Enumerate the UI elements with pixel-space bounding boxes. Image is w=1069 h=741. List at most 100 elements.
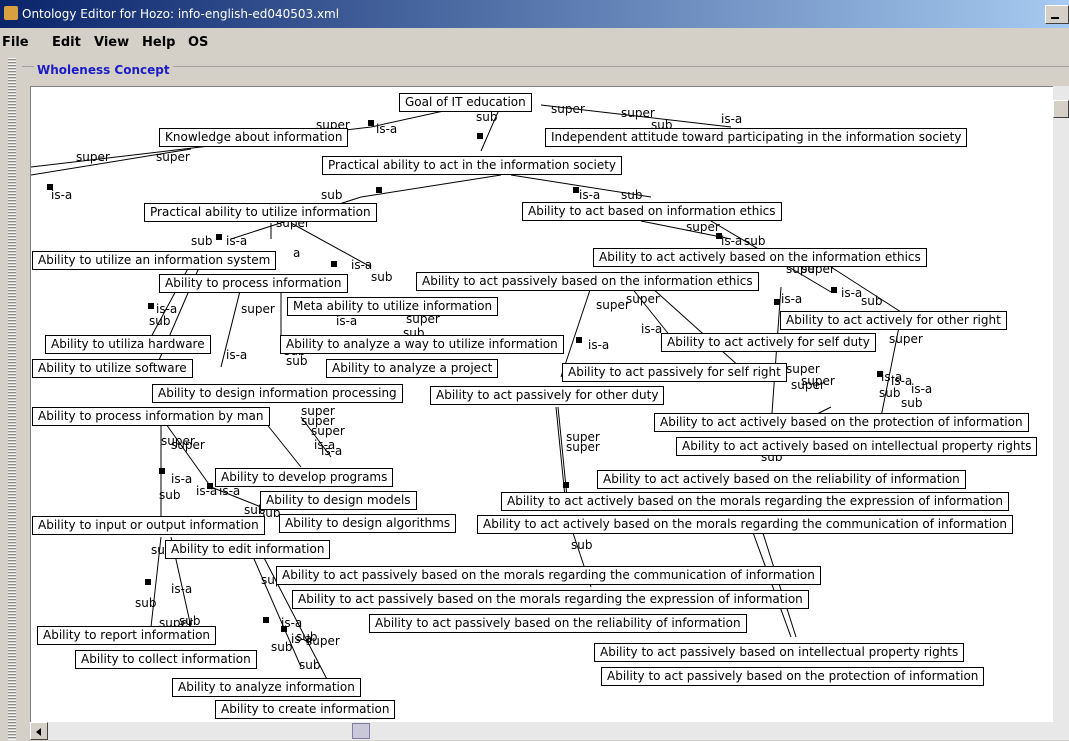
concept-node[interactable]: Ability to collect information xyxy=(75,650,257,669)
java-icon xyxy=(4,6,18,20)
scroll-left-arrow-icon[interactable] xyxy=(30,722,48,740)
concept-node[interactable]: Ability to utiliza hardware xyxy=(45,335,211,354)
edge-label: is-a xyxy=(376,122,398,136)
relation-marker xyxy=(145,579,151,585)
menu-os[interactable]: OS xyxy=(188,35,208,50)
edge-label: sub xyxy=(879,386,901,400)
relation-marker xyxy=(331,261,337,267)
menu-bar: File Edit View Help OS xyxy=(0,28,1069,58)
edge-label: super xyxy=(686,220,720,234)
horizontal-scroll-thumb[interactable] xyxy=(352,723,370,739)
vertical-scroll-thumb[interactable] xyxy=(1053,100,1069,118)
edge-label: is-a xyxy=(336,314,358,328)
concept-node[interactable]: Goal of IT education xyxy=(399,93,532,112)
concept-node[interactable]: Practical ability to utilize information xyxy=(144,203,377,222)
concept-node[interactable]: Meta ability to utilize information xyxy=(287,297,499,316)
edge-label: sub xyxy=(321,188,343,202)
edge-label: is-a xyxy=(641,322,663,336)
relation-marker xyxy=(376,187,382,193)
relation-marker xyxy=(207,483,213,489)
edge-label: is-a xyxy=(881,370,903,384)
concept-node[interactable]: Ability to act passively for self right xyxy=(562,363,787,382)
concept-node[interactable]: Ability to act passively based on the mo… xyxy=(276,566,821,585)
edge-label: is-a xyxy=(226,348,248,362)
edge-label: super xyxy=(786,362,820,376)
concept-node[interactable]: Ability to analyze information xyxy=(172,678,361,697)
edge-label: super xyxy=(621,106,655,120)
vertical-scrollbar[interactable] xyxy=(1053,86,1069,722)
relation-marker xyxy=(774,299,780,305)
edge-label: is-a xyxy=(911,382,933,396)
concept-node[interactable]: Ability to create information xyxy=(215,700,396,719)
menu-edit[interactable]: Edit xyxy=(52,35,81,50)
relation-marker xyxy=(877,371,883,377)
edge-label: sub xyxy=(371,270,393,284)
dock-grip[interactable] xyxy=(8,58,16,740)
relation-marker xyxy=(47,184,53,190)
concept-node[interactable]: Ability to develop programs xyxy=(215,468,394,487)
concept-node[interactable]: Ability to act passively based on the re… xyxy=(369,614,747,633)
edge-label: sub xyxy=(135,596,157,610)
concept-node[interactable]: Ability to act actively based on the inf… xyxy=(593,248,927,267)
concept-node[interactable]: Ability to act actively based on intelle… xyxy=(676,437,1038,456)
edge-label: is-a xyxy=(588,338,610,352)
concept-node[interactable]: Ability to act passively based on the mo… xyxy=(292,590,809,609)
concept-node[interactable]: Ability to edit information xyxy=(165,540,331,559)
concept-node[interactable]: Ability to report information xyxy=(37,626,217,645)
concept-node[interactable]: Ability to analyze a project xyxy=(326,359,499,378)
edge-label: super xyxy=(241,302,275,316)
ontology-canvas[interactable]: super sub is-a sub super super is-a sub … xyxy=(30,86,1069,723)
concept-node[interactable]: Ability to design information processing xyxy=(152,384,403,403)
concept-node[interactable]: Ability to act passively based on intell… xyxy=(594,643,965,662)
edge-label: super xyxy=(306,634,340,648)
edge-label: is-a xyxy=(721,112,743,126)
horizontal-scrollbar[interactable] xyxy=(30,722,1069,740)
edge-label: is-a xyxy=(171,582,193,596)
concept-node[interactable]: Independent attitude toward participatin… xyxy=(545,128,968,147)
concept-node[interactable]: Ability to utilize software xyxy=(32,359,193,378)
edge-label: sub xyxy=(744,234,766,248)
concept-node[interactable]: Ability to process information by man xyxy=(32,407,270,426)
relation-marker xyxy=(576,337,582,343)
edge-label: super xyxy=(566,440,600,454)
edge-label: a xyxy=(293,246,301,260)
relation-marker xyxy=(563,482,569,488)
edge-label: sub xyxy=(271,640,293,654)
concept-node[interactable]: Ability to act actively based on the pro… xyxy=(654,413,1029,432)
relation-marker xyxy=(216,234,222,240)
edge-label: super xyxy=(889,332,923,346)
relation-marker xyxy=(159,468,165,474)
concept-node[interactable]: Ability to design algorithms xyxy=(279,514,457,533)
edge-label: super xyxy=(171,438,205,452)
concept-node[interactable]: Ability to act passively for other duty xyxy=(430,386,665,405)
edge-label: is-a xyxy=(781,292,803,306)
edge-label: sub xyxy=(299,658,321,672)
concept-node[interactable]: Ability to design models xyxy=(260,491,417,510)
concept-node[interactable]: Ability to act actively for self duty xyxy=(661,333,876,352)
concept-node[interactable]: Ability to act actively for other right xyxy=(780,311,1007,330)
relation-marker xyxy=(368,120,374,126)
concept-node[interactable]: Ability to utilize an information system xyxy=(32,251,277,270)
relation-marker xyxy=(281,626,287,632)
concept-node[interactable]: Ability to act based on information ethi… xyxy=(522,202,782,221)
concept-node[interactable]: Knowledge about information xyxy=(159,128,349,147)
concept-node[interactable]: Practical ability to act in the informat… xyxy=(322,156,623,175)
menu-view[interactable]: View xyxy=(94,35,129,50)
concept-node[interactable]: Ability to act actively based on the mor… xyxy=(477,515,1014,534)
concept-node[interactable]: Ability to act passively based on the pr… xyxy=(601,667,985,686)
title-bar: Ontology Editor for Hozo: info-english-e… xyxy=(0,0,1069,28)
menu-file[interactable]: File xyxy=(2,35,29,50)
minimize-button[interactable] xyxy=(1045,5,1069,24)
concept-node[interactable]: Ability to input or output information xyxy=(32,516,265,535)
concept-node[interactable]: Ability to process information xyxy=(159,274,348,293)
edge-label: is-a xyxy=(351,258,373,272)
panel-title: Wholeness Concept xyxy=(34,63,173,77)
concept-node[interactable]: Ability to act actively based on the rel… xyxy=(597,470,966,489)
menu-help[interactable]: Help xyxy=(142,35,175,50)
edge-label: sub xyxy=(571,538,593,552)
concept-node[interactable]: Ability to analyze a way to utilize info… xyxy=(280,335,564,354)
concept-node[interactable]: Ability to act passively based on the in… xyxy=(416,272,759,291)
concept-node[interactable]: Ability to act actively based on the mor… xyxy=(501,492,1009,511)
relation-marker xyxy=(831,287,837,293)
edge-label: sub xyxy=(901,396,923,410)
